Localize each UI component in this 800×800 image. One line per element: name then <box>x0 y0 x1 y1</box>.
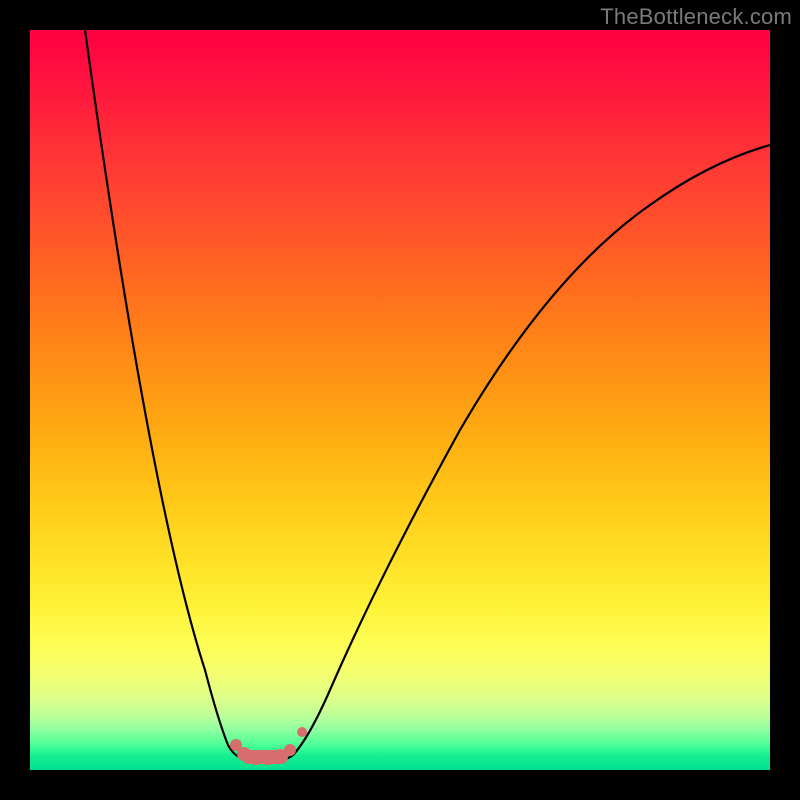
bottleneck-curve <box>30 30 770 770</box>
plot-area <box>30 30 770 770</box>
marker-dot <box>249 751 263 765</box>
marker-dot <box>284 744 296 756</box>
curve-left <box>85 30 242 758</box>
marker-dot <box>261 751 275 765</box>
chart-frame: TheBottleneck.com <box>0 0 800 800</box>
marker-dot <box>297 727 307 737</box>
watermark-text: TheBottleneck.com <box>600 4 792 30</box>
curve-right <box>292 145 770 756</box>
marker-dot <box>237 747 251 761</box>
